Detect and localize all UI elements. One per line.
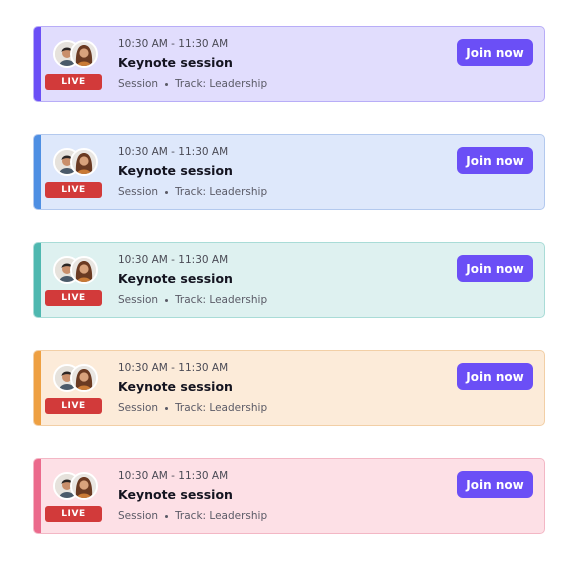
session-meta: Session Track: Leadership [118,402,267,414]
card-accent-bar [34,243,41,317]
join-now-button[interactable]: Join now [457,471,533,498]
speaker-avatars [53,256,99,284]
session-card: LIVE 10:30 AM - 11:30 AM Keynote session… [33,26,545,102]
join-now-button[interactable]: Join now [457,363,533,390]
session-title: Keynote session [118,487,233,502]
session-title: Keynote session [118,55,233,70]
live-badge: LIVE [45,74,102,90]
session-track: Track: Leadership [175,510,268,522]
separator-dot [165,190,169,194]
separator-dot [165,514,169,518]
session-type: Session [118,78,159,90]
session-track: Track: Leadership [175,402,268,414]
separator-dot [165,82,169,86]
session-time: 10:30 AM - 11:30 AM [118,254,229,266]
session-meta: Session Track: Leadership [118,78,267,90]
live-badge: LIVE [45,506,102,522]
session-card: LIVE 10:30 AM - 11:30 AM Keynote session… [33,458,545,534]
speaker-avatars [53,364,99,392]
card-accent-bar [34,459,41,533]
session-time: 10:30 AM - 11:30 AM [118,38,229,50]
join-now-button[interactable]: Join now [457,255,533,282]
speaker-avatars [53,40,99,68]
card-accent-bar [34,27,41,101]
avatar-woman-icon [70,472,98,500]
live-badge: LIVE [45,182,102,198]
session-list: LIVE 10:30 AM - 11:30 AM Keynote session… [33,26,545,566]
separator-dot [165,298,169,302]
session-track: Track: Leadership [175,78,268,90]
separator-dot [165,406,169,410]
session-type: Session [118,510,159,522]
session-type: Session [118,186,159,198]
session-time: 10:30 AM - 11:30 AM [118,146,229,158]
session-type: Session [118,402,159,414]
speaker-avatars [53,148,99,176]
card-accent-bar [34,135,41,209]
avatar-woman-icon [70,148,98,176]
session-track: Track: Leadership [175,186,268,198]
session-meta: Session Track: Leadership [118,294,267,306]
session-meta: Session Track: Leadership [118,510,267,522]
session-track: Track: Leadership [175,294,268,306]
speaker-avatars [53,472,99,500]
session-card: LIVE 10:30 AM - 11:30 AM Keynote session… [33,350,545,426]
avatar-woman-icon [70,40,98,68]
join-now-button[interactable]: Join now [457,39,533,66]
avatar-woman-icon [70,256,98,284]
session-card: LIVE 10:30 AM - 11:30 AM Keynote session… [33,242,545,318]
live-badge: LIVE [45,398,102,414]
session-time: 10:30 AM - 11:30 AM [118,362,229,374]
session-time: 10:30 AM - 11:30 AM [118,470,229,482]
session-title: Keynote session [118,163,233,178]
session-title: Keynote session [118,271,233,286]
avatar-woman-icon [70,364,98,392]
session-type: Session [118,294,159,306]
session-card: LIVE 10:30 AM - 11:30 AM Keynote session… [33,134,545,210]
join-now-button[interactable]: Join now [457,147,533,174]
session-meta: Session Track: Leadership [118,186,267,198]
live-badge: LIVE [45,290,102,306]
card-accent-bar [34,351,41,425]
session-title: Keynote session [118,379,233,394]
